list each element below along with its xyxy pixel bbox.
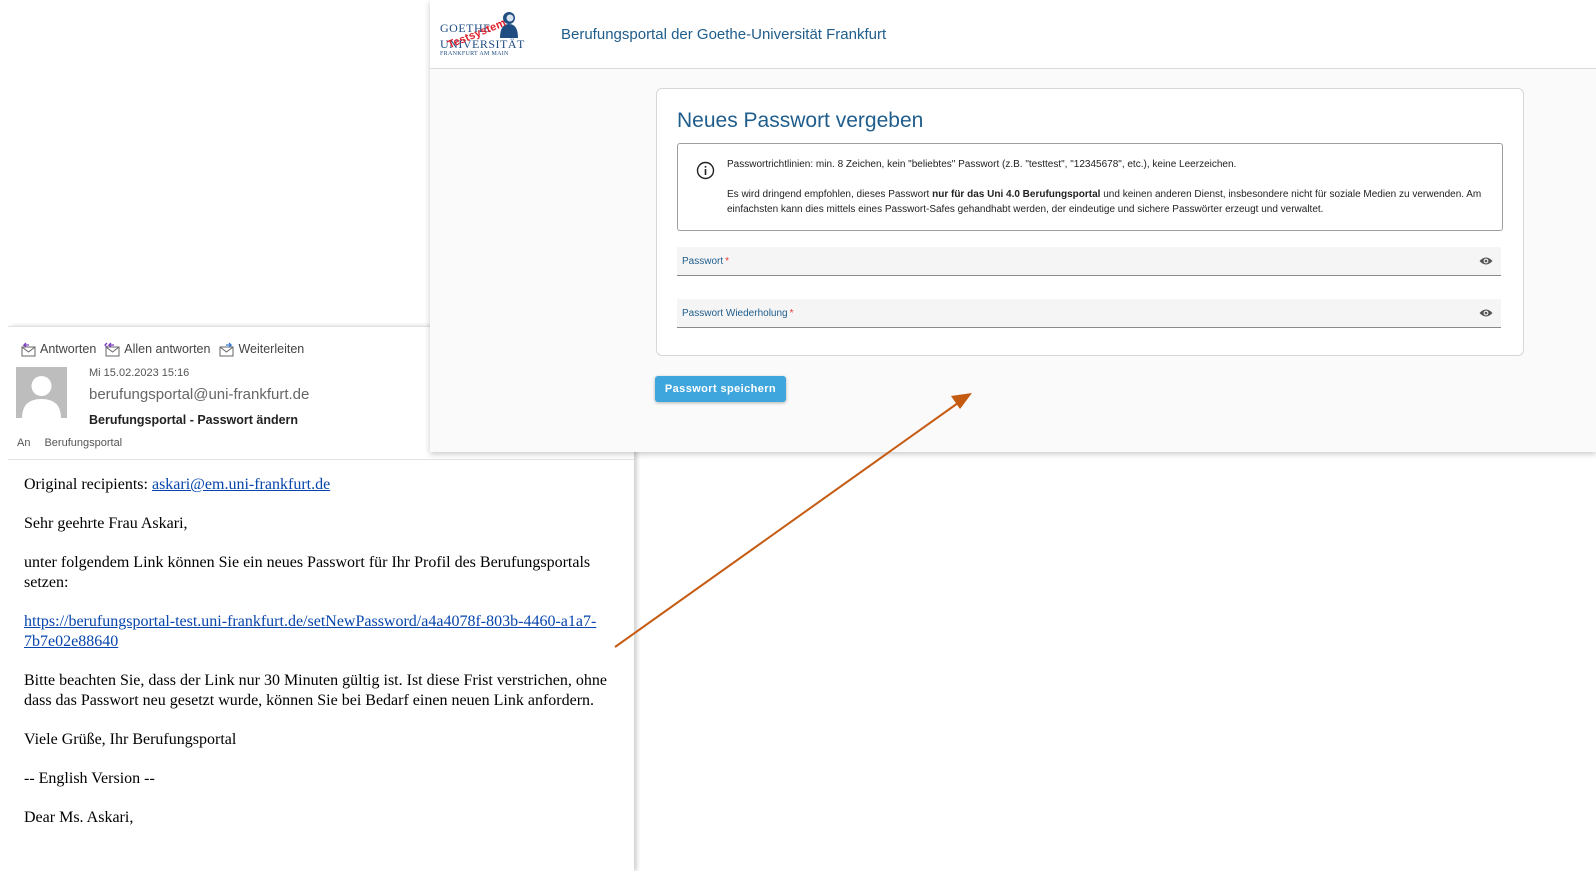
notice-text: Bitte beachten Sie, dass der Link nur 30… (24, 672, 608, 709)
reply-all-button[interactable]: Allen antworten (104, 341, 210, 357)
password-repeat-input[interactable] (677, 299, 1471, 329)
email-recipient: An Berufungsportal (17, 437, 122, 449)
logo-line-3: FRANKFURT AM MAIN (440, 51, 509, 57)
to-label: An (17, 437, 31, 449)
password-policy-text: Passwortrichtlinien: min. 8 Zeichen, kei… (727, 159, 1237, 170)
closing-text: Viele Grüße, Ihr Berufungsportal (24, 731, 237, 748)
person-icon (22, 376, 61, 418)
sender-avatar (16, 367, 67, 418)
reply-button[interactable]: Antworten (20, 341, 96, 357)
portal-window: GOETHE UNIVERSITÄT FRANKFURT AM MAIN Tes… (430, 0, 1596, 452)
original-recipients: Original recipients: askari@em.uni-frank… (24, 476, 331, 493)
email-date: Mi 15.02.2023 15:16 (89, 367, 190, 379)
password-policy-info: Passwortrichtlinien: min. 8 Zeichen, kei… (677, 143, 1503, 231)
new-password-card: Neues Passwort vergeben Passwortrichtlin… (656, 88, 1524, 356)
password-field[interactable]: Passwort * (677, 247, 1501, 277)
email-body: Original recipients: askari@em.uni-frank… (24, 475, 624, 847)
english-version-header: -- English Version -- (24, 770, 155, 787)
info-icon (696, 161, 715, 180)
greeting: Sehr geehrte Frau Askari, (24, 515, 188, 532)
eye-icon[interactable] (1479, 307, 1493, 319)
reply-all-label: Allen antworten (124, 342, 211, 356)
reset-link-paragraph: https://berufungsportal-test.uni-frankfu… (24, 612, 624, 652)
email-subject: Berufungsportal - Passwort ändern (89, 413, 299, 427)
eye-icon[interactable] (1479, 255, 1493, 267)
email-divider (8, 459, 634, 460)
card-title: Neues Passwort vergeben (677, 109, 924, 132)
forward-button[interactable]: Weiterleiten (218, 341, 304, 357)
intro-text: unter folgendem Link können Sie ein neue… (24, 554, 591, 591)
password-input[interactable] (677, 247, 1471, 277)
email-actions: Antworten Allen antworten Weiterleiten (20, 341, 304, 357)
forward-label: Weiterleiten (238, 342, 305, 356)
portal-header: GOETHE UNIVERSITÄT FRANKFURT AM MAIN Tes… (430, 0, 1596, 69)
reply-label: Antworten (40, 342, 97, 356)
to-value: Berufungsportal (44, 437, 123, 449)
reply-icon (21, 342, 36, 357)
reply-all-icon (104, 342, 120, 357)
reset-password-link[interactable]: https://berufungsportal-test.uni-frankfu… (24, 613, 596, 650)
forward-icon (219, 342, 234, 357)
save-password-button[interactable]: Passwort speichern (655, 376, 786, 402)
portal-title: Berufungsportal der Goethe-Universität F… (561, 26, 887, 43)
original-recipient-link[interactable]: askari@em.uni-frankfurt.de (152, 476, 330, 493)
password-repeat-field[interactable]: Passwort Wiederholung * (677, 299, 1501, 329)
goethe-university-logo[interactable]: GOETHE UNIVERSITÄT FRANKFURT AM MAIN Tes… (440, 10, 524, 58)
email-sender: berufungsportal@uni-frankfurt.de (89, 386, 310, 403)
password-recommendation-text: Es wird dringend empfohlen, dieses Passw… (727, 189, 1482, 215)
english-greeting: Dear Ms. Askari, (24, 809, 134, 826)
